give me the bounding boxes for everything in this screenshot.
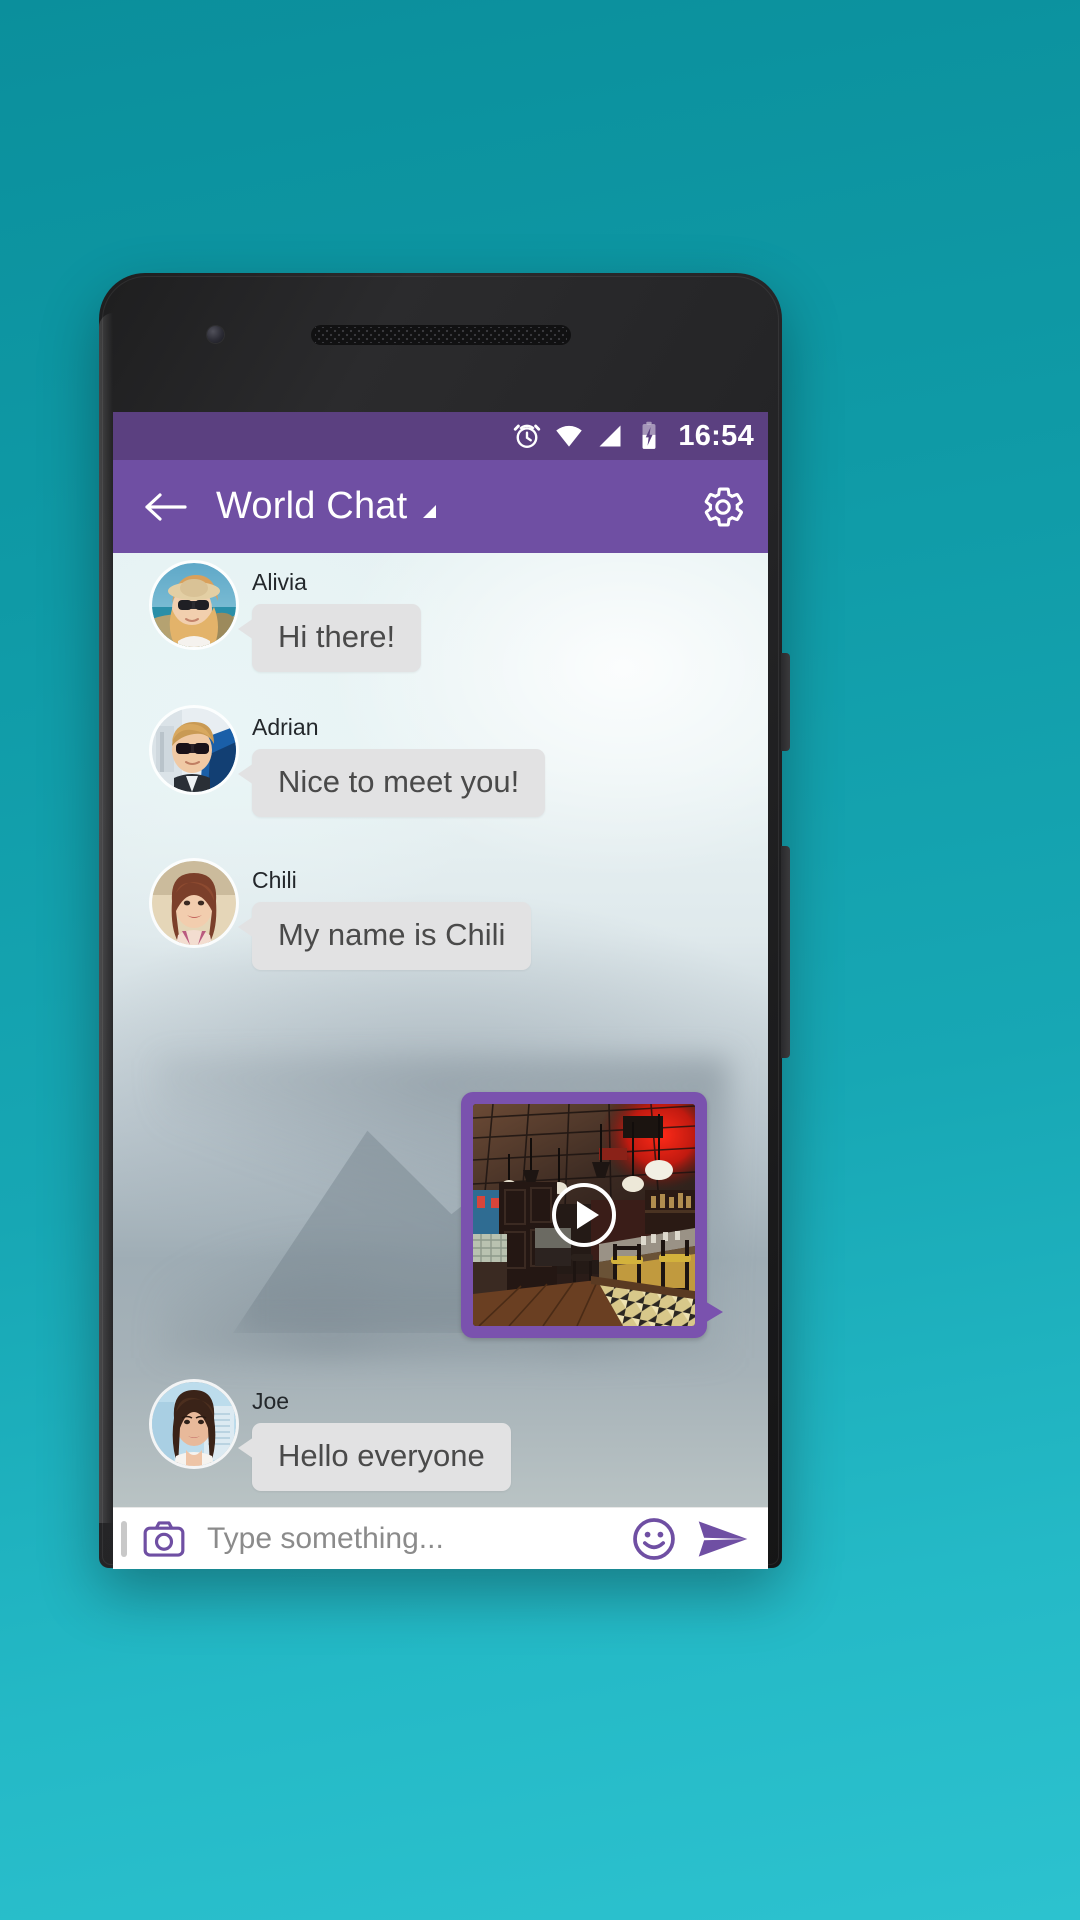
chat-message-list[interactable]: Alivia Hi there! Adrian Nice to meet you… (113, 553, 768, 1507)
message-body: Joe Hello everyone (232, 1382, 511, 1491)
message-body: Chili My name is Chili (232, 861, 532, 970)
gear-icon[interactable] (698, 482, 748, 532)
device-bevel-highlight (99, 313, 113, 1523)
camera-icon[interactable] (143, 1520, 185, 1557)
play-icon[interactable] (552, 1183, 616, 1247)
signal-icon (596, 422, 624, 450)
alarm-icon (512, 421, 542, 451)
list-item[interactable]: Alivia Hi there! (113, 563, 768, 672)
message-bubble[interactable]: Hello everyone (238, 1423, 511, 1491)
message-bubble[interactable]: Hi there! (237, 604, 422, 672)
power-button[interactable] (781, 653, 790, 751)
app-toolbar: World Chat (113, 460, 768, 553)
message-body: Alivia Hi there! (232, 563, 422, 672)
message-bubble[interactable]: My name is Chili (237, 902, 532, 970)
search-input[interactable] (207, 1521, 622, 1556)
front-camera-icon (207, 326, 224, 343)
message-bubble[interactable]: Nice to meet you! (237, 749, 546, 817)
back-arrow-icon[interactable] (143, 484, 189, 530)
sender-name: Adrian (252, 714, 319, 740)
sender-name: Chili (252, 867, 297, 893)
list-item[interactable] (113, 1092, 768, 1338)
avatar[interactable] (152, 708, 236, 792)
avatar[interactable] (152, 1382, 236, 1466)
status-clock: 16:54 (678, 419, 754, 452)
phone-screen: 16:54 World Chat Alivia Hi there! Adrian… (113, 412, 768, 1569)
smiley-icon[interactable] (632, 1517, 676, 1561)
messages-container: Alivia Hi there! Adrian Nice to meet you… (113, 553, 768, 1491)
sender-name: Alivia (252, 569, 307, 595)
list-item[interactable]: Joe Hello everyone (113, 1382, 768, 1491)
status-bar: 16:54 (113, 412, 768, 460)
avatar[interactable] (152, 861, 236, 945)
drag-handle[interactable] (121, 1520, 127, 1557)
sender-name: Joe (252, 1388, 290, 1414)
avatar[interactable] (152, 563, 236, 647)
video-message-bubble[interactable] (461, 1092, 723, 1338)
video-thumbnail (473, 1104, 695, 1326)
message-body: Adrian Nice to meet you! (232, 708, 546, 817)
wifi-icon (554, 421, 584, 451)
caret-down-icon[interactable] (423, 505, 437, 518)
send-icon[interactable] (696, 1517, 750, 1561)
battery-charging-icon (636, 421, 662, 451)
message-input-bar (113, 1507, 768, 1569)
page-title: World Chat (216, 485, 408, 527)
list-item[interactable]: Chili My name is Chili (113, 861, 768, 970)
volume-button[interactable] (781, 846, 790, 1058)
list-item[interactable]: Adrian Nice to meet you! (113, 708, 768, 817)
earpiece-speaker-icon (311, 325, 571, 345)
